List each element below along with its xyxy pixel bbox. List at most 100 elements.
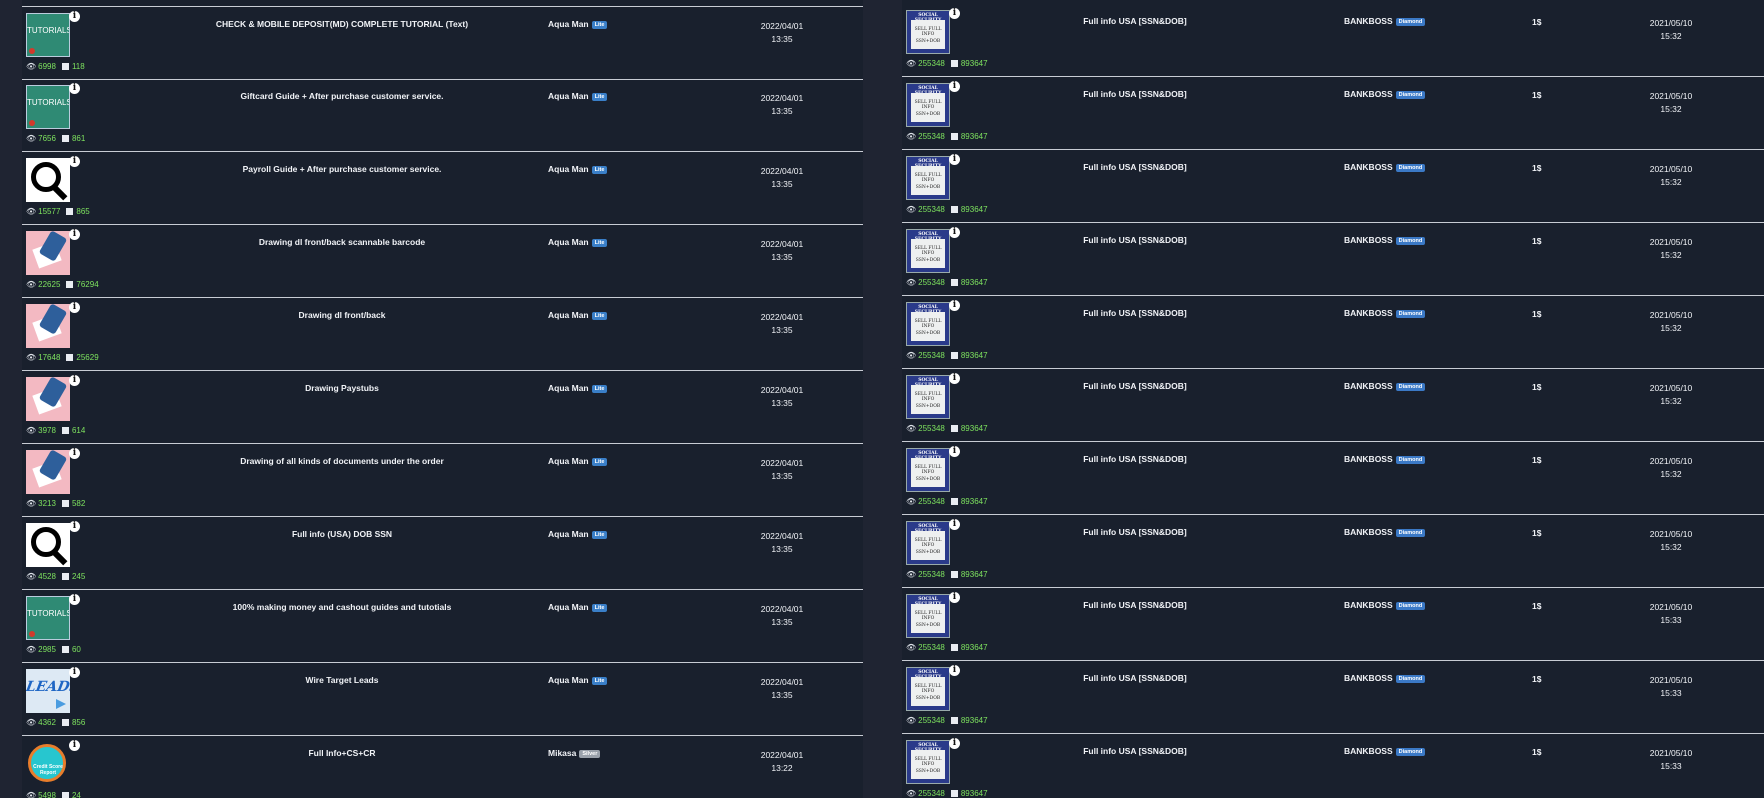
product-title[interactable]: Full info USA [SSN&DOB] <box>1025 381 1245 391</box>
info-icon[interactable]: i <box>69 302 80 313</box>
product-title[interactable]: Drawing dl front/back <box>102 310 582 320</box>
product-title[interactable]: Full info USA [SSN&DOB] <box>1025 235 1245 245</box>
product-row[interactable]: i 👁 3978 614 Drawing Paystubs Aqua Man Lite 202… <box>22 371 863 444</box>
product-thumbnail[interactable]: SOCIAL SECURITYSELL FULL INFOSSN+DOB <box>906 594 950 638</box>
info-icon[interactable]: i <box>69 11 80 22</box>
product-thumbnail[interactable]: SOCIAL SECURITYSELL FULL INFOSSN+DOB <box>906 83 950 127</box>
seller-name[interactable]: BANKBOSS Diamond <box>1344 162 1426 172</box>
product-title[interactable]: Giftcard Guide + After purchase customer… <box>102 91 582 101</box>
product-row[interactable]: i 👁 4528 245 Full info (USA) DOB SSN Aqua Man… <box>22 517 863 590</box>
info-icon[interactable]: i <box>69 448 80 459</box>
info-icon[interactable]: i <box>69 156 80 167</box>
product-row[interactable]: SOCIAL SECURITYSELL FULL INFOSSN+DOBi👁25… <box>902 296 1764 369</box>
product-row[interactable]: SOCIAL SECURITYSELL FULL INFOSSN+DOBi👁25… <box>902 223 1764 296</box>
product-title[interactable]: Full Info+CS+CR <box>102 748 582 758</box>
seller-name[interactable]: Aqua Man Lite <box>548 383 608 393</box>
product-thumbnail[interactable]: TUTORIALS <box>26 85 70 129</box>
product-row[interactable]: SOCIAL SECURITYSELL FULL INFOSSN+DOBi👁25… <box>902 150 1764 223</box>
seller-name[interactable]: BANKBOSS Diamond <box>1344 16 1426 26</box>
product-row[interactable]: i 👁 15577 865 Payroll Guide + After purchase… <box>22 152 863 225</box>
info-icon[interactable]: i <box>69 83 80 94</box>
info-icon[interactable]: i <box>949 446 960 457</box>
product-thumbnail[interactable]: SOCIAL SECURITYSELL FULL INFOSSN+DOB <box>906 375 950 419</box>
seller-name[interactable]: BANKBOSS Diamond <box>1344 746 1426 756</box>
product-row[interactable]: SOCIAL SECURITYSELL FULL INFOSSN+DOBi👁25… <box>902 77 1764 150</box>
seller-name[interactable]: BANKBOSS Diamond <box>1344 454 1426 464</box>
product-thumbnail[interactable]: TUTORIALS <box>26 596 70 640</box>
magnifier-thumbnail[interactable] <box>26 523 70 567</box>
seller-name[interactable]: BANKBOSS Diamond <box>1344 381 1426 391</box>
product-thumbnail[interactable]: SOCIAL SECURITYSELL FULL INFOSSN+DOB <box>906 10 950 54</box>
info-icon[interactable]: i <box>69 740 80 751</box>
magnifier-thumbnail[interactable] <box>26 158 70 202</box>
product-title[interactable]: Wire Target Leads <box>102 675 582 685</box>
seller-name[interactable]: Aqua Man Lite <box>548 237 608 247</box>
product-title[interactable]: Full info USA [SSN&DOB] <box>1025 162 1245 172</box>
product-row[interactable]: Credit Score Report i 👁 5498 24 Full Info+CS+… <box>22 736 863 798</box>
product-thumbnail[interactable]: SOCIAL SECURITYSELL FULL INFOSSN+DOB <box>906 302 950 346</box>
product-title[interactable]: 100% making money and cashout guides and… <box>102 602 582 612</box>
product-thumbnail[interactable] <box>26 450 70 494</box>
product-row[interactable]: SOCIAL SECURITYSELL FULL INFOSSN+DOBi👁25… <box>902 661 1764 734</box>
info-icon[interactable]: i <box>949 592 960 603</box>
product-title[interactable]: Full info USA [SSN&DOB] <box>1025 16 1245 26</box>
info-icon[interactable]: i <box>949 81 960 92</box>
info-icon[interactable]: i <box>69 594 80 605</box>
seller-name[interactable]: Aqua Man Lite <box>548 602 608 612</box>
seller-name[interactable]: BANKBOSS Diamond <box>1344 673 1426 683</box>
seller-name[interactable]: BANKBOSS Diamond <box>1344 308 1426 318</box>
seller-name[interactable]: Aqua Man Lite <box>548 529 608 539</box>
product-title[interactable]: Full info USA [SSN&DOB] <box>1025 89 1245 99</box>
seller-name[interactable]: Aqua Man Lite <box>548 675 608 685</box>
info-icon[interactable]: i <box>69 375 80 386</box>
product-row[interactable]: SOCIAL SECURITYSELL FULL INFOSSN+DOBi👁25… <box>902 4 1764 77</box>
product-title[interactable]: Drawing dl front/back scannable barcode <box>102 237 582 247</box>
product-title[interactable]: Full info USA [SSN&DOB] <box>1025 527 1245 537</box>
product-row[interactable]: TUTORIALS i 👁 2985 60 100% making money and c… <box>22 590 863 663</box>
seller-name[interactable]: BANKBOSS Diamond <box>1344 235 1426 245</box>
product-row[interactable]: SOCIAL SECURITYSELL FULL INFOSSN+DOBi👁25… <box>902 515 1764 588</box>
product-thumbnail[interactable]: SOCIAL SECURITYSELL FULL INFOSSN+DOB <box>906 521 950 565</box>
info-icon[interactable]: i <box>949 373 960 384</box>
seller-name[interactable]: Mikasa Silver <box>548 748 601 758</box>
product-title[interactable]: Drawing Paystubs <box>102 383 582 393</box>
product-row[interactable]: SOCIAL SECURITYSELL FULL INFOSSN+DOBi👁25… <box>902 442 1764 515</box>
product-row[interactable]: i 👁 17648 25629 Drawing dl front/back Aqua Ma… <box>22 298 863 371</box>
info-icon[interactable]: i <box>949 8 960 19</box>
seller-name[interactable]: Aqua Man Lite <box>548 91 608 101</box>
product-row[interactable]: TUTORIALS i 👁 6998 118 CHECK & MOBILE DEPOSIT… <box>22 6 863 80</box>
product-thumbnail[interactable]: LEADS <box>26 669 70 713</box>
product-thumbnail[interactable] <box>26 377 70 421</box>
info-icon[interactable]: i <box>69 521 80 532</box>
seller-name[interactable]: Aqua Man Lite <box>548 310 608 320</box>
product-thumbnail[interactable]: SOCIAL SECURITYSELL FULL INFOSSN+DOB <box>906 448 950 492</box>
info-icon[interactable]: i <box>949 227 960 238</box>
product-title[interactable]: Full info USA [SSN&DOB] <box>1025 454 1245 464</box>
seller-name[interactable]: BANKBOSS Diamond <box>1344 527 1426 537</box>
product-row[interactable]: i 👁 3213 582 Drawing of all kinds of documen… <box>22 444 863 517</box>
seller-name[interactable]: Aqua Man Lite <box>548 19 608 29</box>
product-row[interactable]: SOCIAL SECURITYSELL FULL INFOSSN+DOBi👁25… <box>902 369 1764 442</box>
info-icon[interactable]: i <box>69 667 80 678</box>
product-title[interactable]: Payroll Guide + After purchase customer … <box>102 164 582 174</box>
product-row[interactable]: SOCIAL SECURITYSELL FULL INFOSSN+DOBi👁25… <box>902 734 1764 798</box>
seller-name[interactable]: BANKBOSS Diamond <box>1344 89 1426 99</box>
product-thumbnail[interactable]: SOCIAL SECURITYSELL FULL INFOSSN+DOB <box>906 229 950 273</box>
product-title[interactable]: Full info USA [SSN&DOB] <box>1025 600 1245 610</box>
product-row[interactable]: LEADS i 👁 4362 856 Wire Target Leads Aqua Man L… <box>22 663 863 736</box>
product-thumbnail[interactable]: Credit Score Report <box>26 742 70 786</box>
info-icon[interactable]: i <box>949 738 960 749</box>
product-title[interactable]: Full info (USA) DOB SSN <box>102 529 582 539</box>
product-title[interactable]: CHECK & MOBILE DEPOSIT(MD) COMPLETE TUTO… <box>102 19 582 29</box>
product-thumbnail[interactable]: SOCIAL SECURITYSELL FULL INFOSSN+DOB <box>906 740 950 784</box>
info-icon[interactable]: i <box>949 519 960 530</box>
seller-name[interactable]: Aqua Man Lite <box>548 456 608 466</box>
product-thumbnail[interactable]: SOCIAL SECURITYSELL FULL INFOSSN+DOB <box>906 156 950 200</box>
product-row[interactable]: SOCIAL SECURITYSELL FULL INFOSSN+DOBi👁25… <box>902 588 1764 661</box>
product-title[interactable]: Drawing of all kinds of documents under … <box>102 456 582 466</box>
seller-name[interactable]: Aqua Man Lite <box>548 164 608 174</box>
product-title[interactable]: Full info USA [SSN&DOB] <box>1025 746 1245 756</box>
product-title[interactable]: Full info USA [SSN&DOB] <box>1025 673 1245 683</box>
product-thumbnail[interactable] <box>26 304 70 348</box>
info-icon[interactable]: i <box>949 154 960 165</box>
